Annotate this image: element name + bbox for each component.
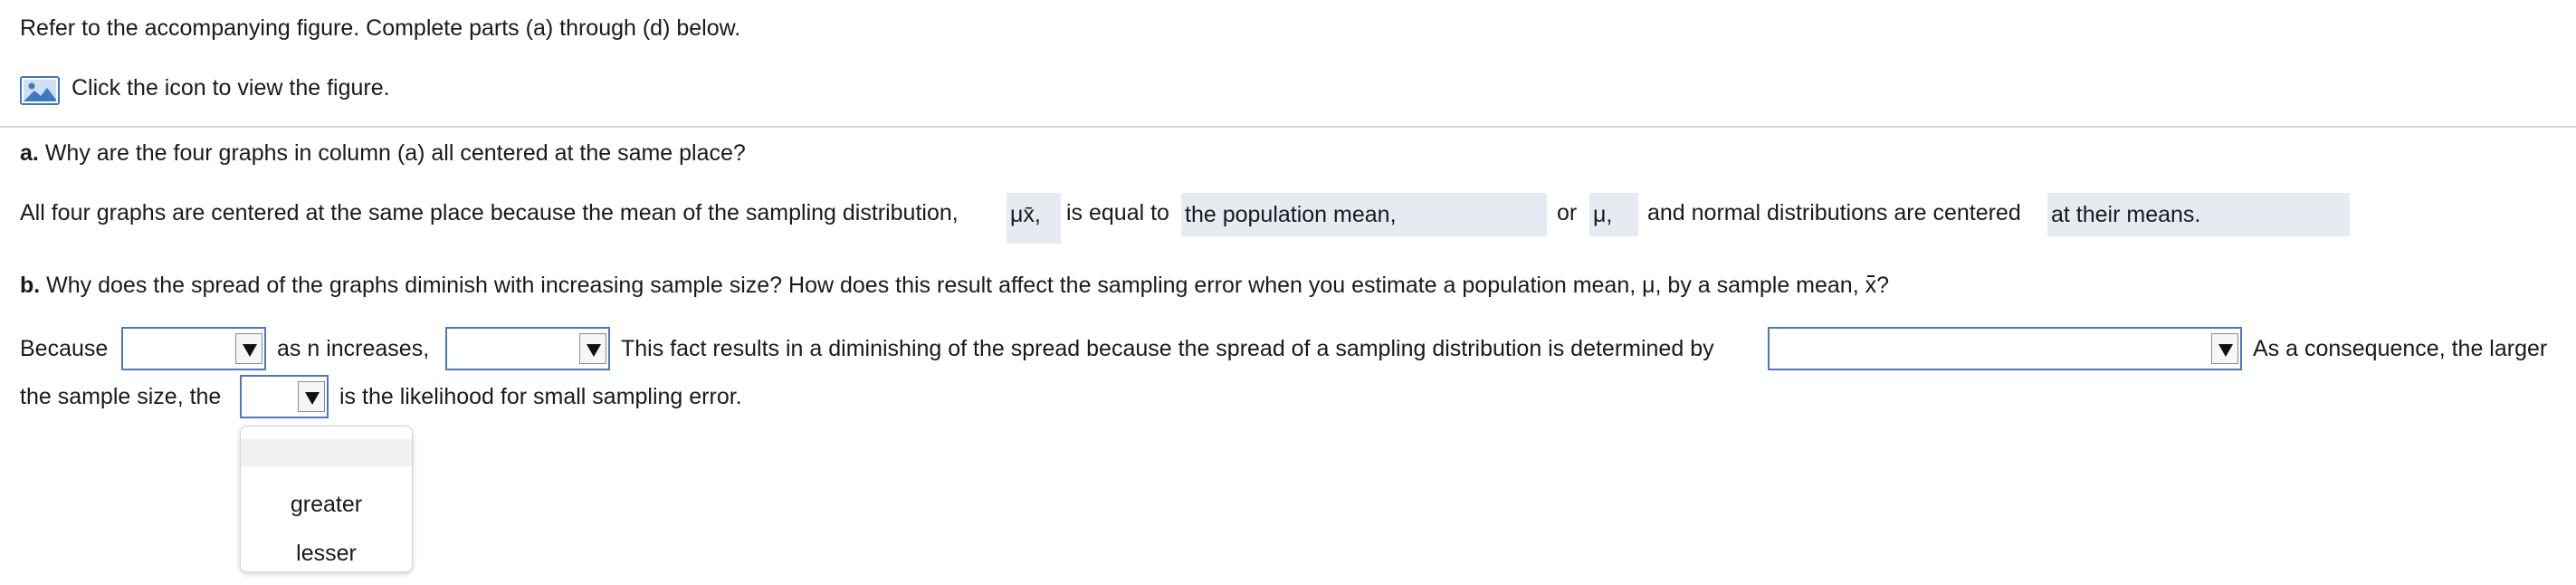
likelihood-text: is the likelihood for small sampling err… [339, 384, 742, 409]
mu-symbol: μ, [1589, 193, 1638, 236]
and-normal-text: and normal distributions are centered [1647, 200, 2021, 225]
part-b-question-text: Why does the spread of the graphs dimini… [46, 273, 1865, 298]
xbar-symbol: x [1865, 273, 1877, 298]
divider [0, 126, 2576, 128]
sample-size-text: the sample size, the [20, 384, 222, 409]
answer-blank-population-mean[interactable]: the population mean, [1181, 193, 1547, 236]
dropdown-select-4[interactable] [240, 375, 329, 418]
consequence-text: As a consequence, the larger [2253, 336, 2548, 361]
part-a-label: a. [20, 140, 39, 166]
chevron-down-icon[interactable] [298, 381, 325, 412]
or-text: or [1557, 200, 1578, 225]
chevron-down-icon[interactable] [235, 333, 262, 364]
mu-xbar-symbol: μx̄, [1007, 193, 1061, 244]
part-b-label: b. [20, 273, 41, 298]
because-text: Because [20, 336, 109, 361]
is-equal-to-text: is equal to [1066, 200, 1169, 225]
fact-text: This fact results in a diminishing of th… [621, 336, 1714, 361]
dropdown-select-3[interactable] [1768, 327, 2242, 370]
instructions-text: Refer to the accompanying figure. Comple… [20, 15, 741, 41]
part-a-answer-prefix: All four graphs are centered at the same… [20, 200, 959, 225]
dropdown-menu: greater lesser [240, 426, 413, 572]
image-icon[interactable] [20, 76, 60, 105]
part-a-question: a. Why are the four graphs in column (a)… [20, 139, 746, 167]
dropdown-option-blank[interactable] [241, 439, 412, 466]
chevron-down-icon[interactable] [579, 333, 606, 364]
dropdown-option-greater[interactable]: greater [241, 486, 412, 523]
dropdown-select-1[interactable] [121, 327, 266, 370]
part-b-question: b. Why does the spread of the graphs dim… [20, 272, 1889, 299]
part-a-question-text: Why are the four graphs in column (a) al… [44, 140, 746, 166]
dropdown-select-2[interactable] [445, 327, 610, 370]
figure-link-text[interactable]: Click the icon to view the figure. [72, 74, 390, 101]
dropdown-option-lesser[interactable]: lesser [241, 535, 412, 571]
as-n-increases-text: as n increases, [277, 336, 430, 361]
chevron-down-icon[interactable] [2211, 333, 2238, 364]
part-b-question-end: ? [1876, 273, 1890, 298]
answer-blank-at-means[interactable]: at their means. [2047, 193, 2350, 236]
